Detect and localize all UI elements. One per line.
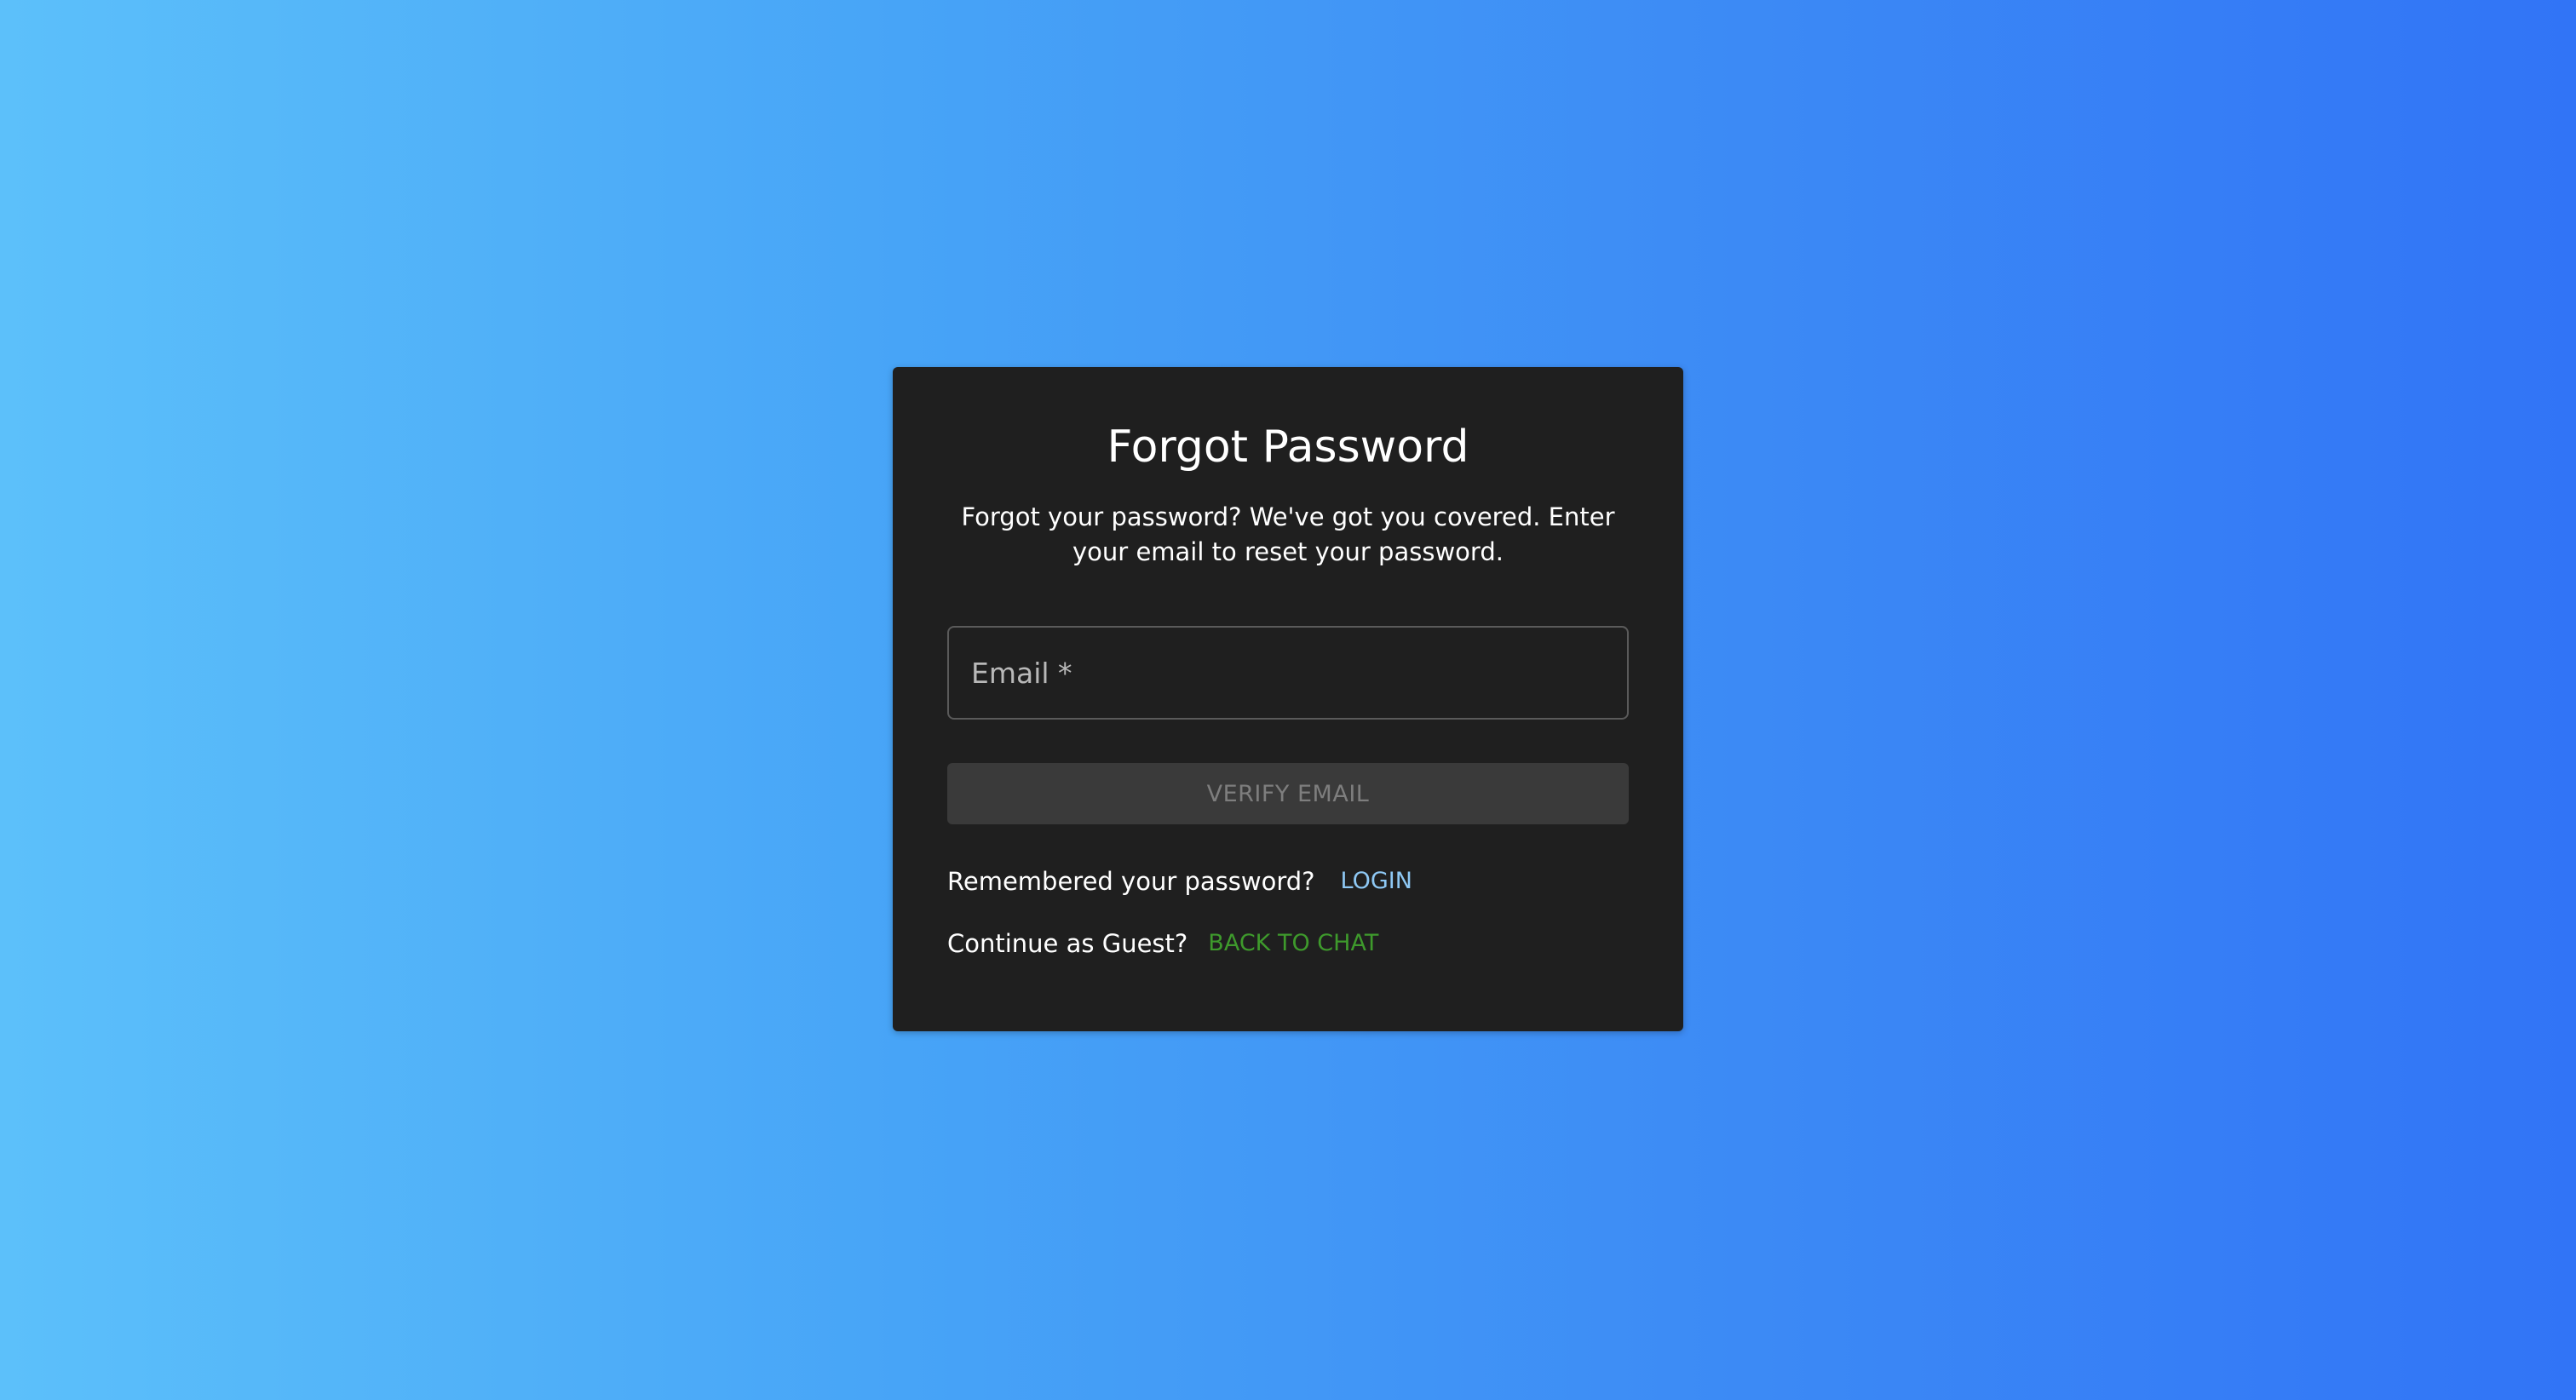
continue-as-guest-label: Continue as Guest? (947, 929, 1188, 958)
login-link[interactable]: LOGIN (1341, 863, 1412, 900)
page-title: Forgot Password (1107, 422, 1469, 473)
email-field-container (947, 626, 1629, 720)
subtitle-text: Forgot your password? We've got you cove… (961, 502, 1615, 566)
forgot-password-card: Forgot Password Forgot your password? We… (893, 367, 1683, 1031)
back-to-chat-link[interactable]: BACK TO CHAT (1208, 925, 1378, 962)
remembered-password-row: Remembered your password? LOGIN (947, 863, 1412, 900)
remembered-password-label: Remembered your password? (947, 867, 1315, 896)
continue-as-guest-row: Continue as Guest? BACK TO CHAT (947, 925, 1378, 962)
verify-email-button[interactable]: VERIFY EMAIL (947, 763, 1629, 824)
email-input[interactable] (949, 628, 1627, 718)
page-background: { "forgot_password": { "title": "Forgot … (0, 0, 2576, 1400)
